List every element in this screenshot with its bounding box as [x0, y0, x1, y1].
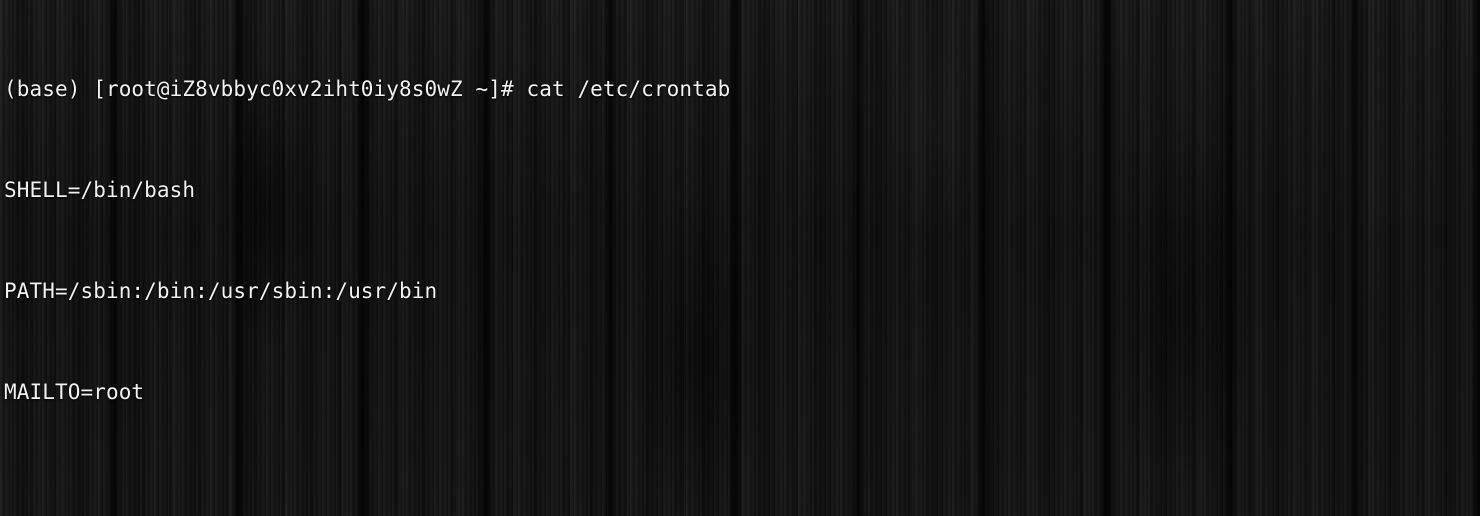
terminal-output: (base) [root@iZ8vbbyc0xv2iht0iy8s0wZ ~]#… [0, 0, 1480, 516]
terminal-line-shell-var: SHELL=/bin/bash [4, 177, 196, 202]
terminal-line-path-var: PATH=/sbin:/bin:/usr/sbin:/usr/bin [4, 278, 438, 303]
terminal-line-blank-1 [4, 476, 1480, 510]
terminal-line-mailto-var: MAILTO=root [4, 379, 145, 404]
terminal-window[interactable]: (base) [root@iZ8vbbyc0xv2iht0iy8s0wZ ~]#… [0, 0, 1480, 516]
terminal-line-prompt-command: (base) [root@iZ8vbbyc0xv2iht0iy8s0wZ ~]#… [4, 77, 731, 102]
